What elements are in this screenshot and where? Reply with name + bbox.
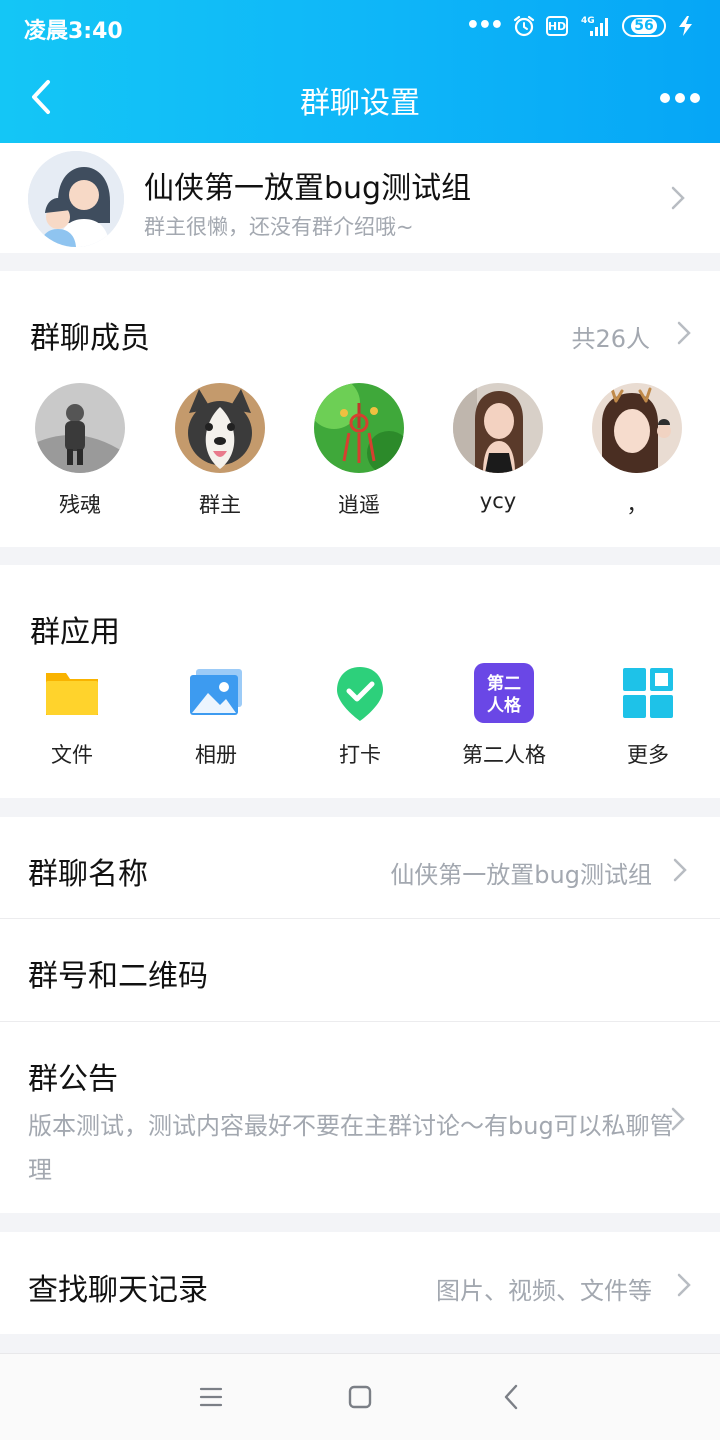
search-history-row[interactable]: 查找聊天记录 图片、视频、文件等 bbox=[0, 1232, 720, 1334]
row-title: 群聊名称 bbox=[28, 857, 148, 892]
group-intro: 群主很懒，还没有群介绍哦~ bbox=[144, 215, 414, 239]
app-label: 更多 bbox=[627, 743, 669, 767]
group-apps-section: 群应用 文件 相册 打卡 第二 人格 第二人格 更多 bbox=[0, 565, 720, 798]
green-leaf-ornament-avatar bbox=[314, 383, 404, 473]
chevron-right-icon bbox=[673, 858, 687, 882]
member-name: ， bbox=[626, 493, 648, 517]
apps-title: 群应用 bbox=[30, 615, 120, 650]
members-title: 群聊成员 bbox=[30, 321, 150, 356]
second-persona-icon: 第二 人格 bbox=[474, 663, 534, 723]
chevron-right-icon bbox=[677, 1273, 691, 1297]
member-name: 逍遥 bbox=[338, 493, 380, 517]
members-section: 群聊成员 共26人 残魂 群主 逍遥 ycy ， bbox=[0, 271, 720, 547]
woman-selfie-avatar bbox=[453, 383, 543, 473]
app-album[interactable]: 相册 bbox=[146, 663, 286, 769]
row-title: 群公告 bbox=[28, 1062, 118, 1097]
menu-icon[interactable] bbox=[196, 1382, 226, 1412]
app-label: 第二人格 bbox=[462, 743, 546, 767]
grid-more-icon bbox=[623, 668, 673, 718]
status-bar: 凌晨3:40 ••• HD 4G 56 bbox=[0, 0, 720, 54]
grayscale-photo-avatar bbox=[35, 383, 125, 473]
system-navigation-bar bbox=[0, 1353, 720, 1440]
group-name: 仙侠第一放置bug测试组 bbox=[144, 171, 472, 206]
back-icon[interactable] bbox=[497, 1382, 527, 1412]
member-item[interactable]: ， bbox=[577, 383, 697, 519]
charging-icon bbox=[679, 16, 692, 36]
group-qr-row[interactable]: 群号和二维码 bbox=[0, 919, 720, 1021]
husky-dog-avatar bbox=[175, 383, 265, 473]
member-name: 残魂 bbox=[59, 493, 101, 517]
svg-text:人格: 人格 bbox=[487, 695, 522, 716]
page-title: 群聊设置 bbox=[300, 86, 420, 121]
checkin-icon bbox=[337, 667, 383, 721]
status-icons: ••• HD 4G 56 bbox=[466, 12, 696, 40]
group-name-row[interactable]: 群聊名称 仙侠第一放置bug测试组 bbox=[0, 817, 720, 918]
row-title: 群号和二维码 bbox=[28, 959, 208, 994]
notice-text: 版本测试，测试内容最好不要在主群讨论～有bug可以私聊管理 bbox=[28, 1112, 674, 1184]
member-item[interactable]: ycy bbox=[438, 383, 558, 513]
app-label: 相册 bbox=[195, 743, 237, 767]
battery-icon: 56 bbox=[622, 15, 666, 37]
app-files[interactable]: 文件 bbox=[2, 663, 142, 769]
app-checkin[interactable]: 打卡 bbox=[290, 663, 430, 769]
svg-text:第二: 第二 bbox=[487, 673, 521, 694]
app-header: 凌晨3:40 ••• HD 4G 56 群聊设置 bbox=[0, 0, 720, 143]
home-icon[interactable] bbox=[345, 1382, 375, 1412]
svg-text:4G: 4G bbox=[581, 16, 595, 26]
member-name: 群主 bbox=[199, 493, 241, 517]
row-title: 查找聊天记录 bbox=[28, 1273, 208, 1308]
group-avatar bbox=[28, 151, 124, 247]
girl-with-antlers-avatar bbox=[592, 383, 682, 473]
member-name: ycy bbox=[479, 489, 517, 513]
app-label: 打卡 bbox=[339, 743, 381, 767]
row-value: 仙侠第一放置bug测试组 bbox=[390, 861, 652, 889]
more-options-icon[interactable] bbox=[658, 84, 702, 112]
signal-icon: 4G bbox=[581, 16, 608, 36]
folder-icon bbox=[46, 673, 98, 715]
chevron-right-icon bbox=[671, 186, 685, 210]
member-item[interactable]: 残魂 bbox=[20, 383, 140, 519]
member-count[interactable]: 共26人 bbox=[571, 319, 650, 354]
member-item[interactable]: 群主 bbox=[160, 383, 280, 519]
more-notifications-icon: ••• bbox=[465, 13, 504, 38]
member-item[interactable]: 逍遥 bbox=[299, 383, 419, 519]
chevron-right-icon[interactable] bbox=[676, 320, 692, 346]
alarm-icon bbox=[513, 15, 535, 37]
album-icon bbox=[190, 669, 242, 715]
group-info-row[interactable]: 仙侠第一放置bug测试组 群主很懒，还没有群介绍哦~ bbox=[0, 143, 720, 253]
navigation-bar: 群聊设置 bbox=[0, 56, 720, 138]
app-second-persona[interactable]: 第二 人格 第二人格 bbox=[434, 663, 574, 769]
status-time: 凌晨3:40 bbox=[24, 19, 123, 44]
app-more[interactable]: 更多 bbox=[578, 663, 718, 769]
app-label: 文件 bbox=[51, 743, 93, 767]
battery-level: 56 bbox=[631, 18, 657, 34]
hd-icon: HD bbox=[546, 16, 568, 36]
row-value: 图片、视频、文件等 bbox=[436, 1277, 652, 1305]
